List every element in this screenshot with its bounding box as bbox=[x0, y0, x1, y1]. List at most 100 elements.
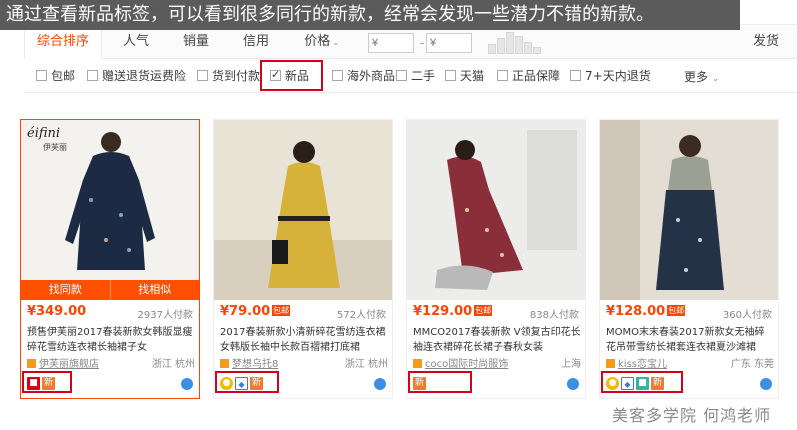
shop-icon bbox=[220, 359, 229, 368]
price-row: ¥349.00 2937人付款 bbox=[27, 304, 193, 324]
price-row: ¥79.00 包邮 572人付款 bbox=[220, 304, 386, 324]
price-range-bar bbox=[524, 42, 532, 54]
free-shipping-badge: 包邮 bbox=[272, 305, 291, 316]
new-badge-icon[interactable]: 新 bbox=[413, 377, 426, 390]
filter-label: 7+天内退货 bbox=[585, 69, 651, 83]
shop-location: 浙江 杭州 bbox=[151, 359, 195, 370]
price-range-bar bbox=[533, 47, 541, 54]
product-image[interactable]: éifini 伊芙丽 找同款 找相似 bbox=[21, 120, 199, 300]
checkbox[interactable] bbox=[570, 70, 581, 81]
price-min-input[interactable] bbox=[368, 33, 414, 53]
product-price: ¥129.00 bbox=[413, 304, 473, 319]
filter-label: 赠送退货运费险 bbox=[102, 69, 187, 83]
guarantee-icon[interactable]: ■ bbox=[636, 377, 649, 390]
filter-label: 货到付款 bbox=[212, 69, 261, 83]
filter-label: 包邮 bbox=[51, 69, 76, 83]
shop-location: 浙江 杭州 bbox=[344, 359, 388, 370]
filter-free-shipping[interactable]: 包邮 bbox=[36, 68, 75, 84]
ship-from-dropdown[interactable]: 发货 bbox=[753, 25, 779, 59]
filter-overseas[interactable]: 海外商品 bbox=[332, 68, 395, 84]
price-row: ¥129.00 包邮 838人付款 bbox=[413, 304, 579, 324]
checkbox[interactable] bbox=[445, 70, 456, 81]
price-range-bar bbox=[515, 36, 523, 54]
filter-7day-return[interactable]: 7+天内退货 bbox=[570, 68, 651, 84]
price-range-bar bbox=[506, 32, 514, 54]
checkbox[interactable] bbox=[197, 70, 208, 81]
new-badge-icon[interactable]: 新 bbox=[250, 377, 263, 390]
tab-sales[interactable]: 销量 bbox=[176, 25, 216, 59]
tmall-icon[interactable]: ■ bbox=[27, 377, 40, 390]
price-range-bar bbox=[488, 44, 496, 54]
product-image[interactable] bbox=[407, 120, 585, 300]
tab-credit[interactable]: 信用 bbox=[236, 25, 276, 59]
wangwang-chat-icon[interactable] bbox=[374, 378, 386, 390]
shop-name[interactable]: 梦想乌托8 bbox=[232, 359, 278, 370]
service-icons: ● ◆ 新 bbox=[220, 376, 265, 392]
product-card[interactable]: ¥79.00 包邮 572人付款 2017春装新款小清新碎花雪纺连衣裙女韩版长袖中… bbox=[213, 119, 393, 399]
find-same-button[interactable]: 找同款 bbox=[21, 280, 110, 300]
shop-location: 上海 bbox=[561, 359, 581, 370]
price-max-input[interactable] bbox=[426, 33, 472, 53]
checkbox[interactable] bbox=[36, 70, 47, 81]
chevron-down-icon: ⌄ bbox=[332, 38, 340, 48]
product-image[interactable] bbox=[600, 120, 778, 300]
shop-row: kiss恋宝儿 广东 东莞 bbox=[606, 358, 774, 372]
new-badge-icon[interactable]: 新 bbox=[651, 377, 664, 390]
find-similar-button[interactable]: 找相似 bbox=[109, 280, 199, 300]
shop-icon bbox=[27, 359, 36, 368]
wangwang-chat-icon[interactable] bbox=[760, 378, 772, 390]
product-title[interactable]: MOMO末末春装2017新款女无袖碎花吊带雪纺长裙套连衣裙夏沙滩裙 bbox=[606, 325, 774, 357]
tab-price[interactable]: 价格 ⌄ bbox=[296, 25, 348, 59]
paid-count: 360人付款 bbox=[722, 310, 772, 321]
filter-return-insurance[interactable]: 赠送退货运费险 bbox=[87, 68, 186, 84]
paid-count: 838人付款 bbox=[529, 310, 579, 321]
checkbox[interactable] bbox=[87, 70, 98, 81]
checkbox[interactable] bbox=[396, 70, 407, 81]
product-title[interactable]: 预售伊芙丽2017春装新款女韩版显瘦碎花雪纺连衣裙长袖裙子女 bbox=[27, 325, 195, 357]
shop-row: 伊芙丽旗舰店 浙江 杭州 bbox=[27, 358, 195, 372]
paid-count: 2937人付款 bbox=[137, 310, 193, 321]
shop-name[interactable]: coco国际时尚服饰 bbox=[425, 359, 508, 370]
checkbox-checked[interactable] bbox=[270, 67, 281, 83]
price-range-chart[interactable] bbox=[488, 32, 542, 54]
shop-name[interactable]: kiss恋宝儿 bbox=[618, 359, 667, 370]
gold-seller-icon[interactable]: ● bbox=[606, 377, 619, 390]
filter-cash-on-delivery[interactable]: 货到付款 bbox=[197, 68, 260, 84]
price-range-bar bbox=[497, 38, 505, 54]
product-title[interactable]: MMCO2017春装新款 V领复古印花长袖连衣裙碎花长裙子春秋女装 bbox=[413, 325, 581, 357]
filter-label: 天猫 bbox=[460, 69, 485, 83]
shield-icon[interactable]: ◆ bbox=[235, 377, 248, 390]
shop-location: 广东 东莞 bbox=[730, 359, 774, 370]
product-price: ¥79.00 bbox=[220, 304, 271, 319]
filter-tmall[interactable]: 天猫 bbox=[445, 68, 484, 84]
product-image[interactable] bbox=[214, 120, 392, 300]
brand-logo-sub: 伊芙丽 bbox=[43, 143, 67, 152]
wangwang-chat-icon[interactable] bbox=[181, 378, 193, 390]
product-card[interactable]: éifini 伊芙丽 找同款 找相似 ¥349.00 2937人付款 预售伊芙丽… bbox=[20, 119, 200, 399]
shop-icon bbox=[606, 359, 615, 368]
new-badge-icon[interactable]: 新 bbox=[42, 377, 55, 390]
filter-label: 二手 bbox=[411, 69, 436, 83]
checkbox[interactable] bbox=[332, 70, 343, 81]
filter-second-hand[interactable]: 二手 bbox=[396, 68, 435, 84]
product-card[interactable]: ¥129.00 包邮 838人付款 MMCO2017春装新款 V领复古印花长袖连衣… bbox=[406, 119, 586, 399]
shield-icon[interactable]: ◆ bbox=[621, 377, 634, 390]
tab-default-sort[interactable]: 综合排序 bbox=[24, 25, 102, 60]
product-price: ¥349.00 bbox=[27, 304, 87, 319]
more-filters-button[interactable]: 更多 ⌄ bbox=[684, 68, 719, 85]
service-icons: ● ◆ ■ 新 bbox=[606, 376, 666, 392]
tab-price-label: 价格 bbox=[304, 34, 331, 49]
filter-new-product[interactable]: 新品 bbox=[270, 67, 309, 84]
product-card[interactable]: ¥128.00 包邮 360人付款 MOMO末末春装2017新款女无袖碎花吊带雪纺… bbox=[599, 119, 779, 399]
shop-name[interactable]: 伊芙丽旗舰店 bbox=[39, 359, 99, 370]
shop-icon bbox=[413, 359, 422, 368]
tab-popularity[interactable]: 人气 bbox=[116, 25, 156, 59]
product-title[interactable]: 2017春装新款小清新碎花雪纺连衣裙女韩版长袖中长款百褶裙打底裙 bbox=[220, 325, 388, 357]
price-row: ¥128.00 包邮 360人付款 bbox=[606, 304, 772, 324]
gold-seller-icon[interactable]: ● bbox=[220, 377, 233, 390]
wangwang-chat-icon[interactable] bbox=[567, 378, 579, 390]
shop-row: coco国际时尚服饰 上海 bbox=[413, 358, 581, 372]
filter-bar: 包邮 赠送退货运费险 货到付款 新品 海外商品 二手 天猫 正品保障 7+天内退… bbox=[24, 59, 797, 93]
filter-genuine-guarantee[interactable]: 正品保障 bbox=[497, 68, 560, 84]
checkbox[interactable] bbox=[497, 70, 508, 81]
